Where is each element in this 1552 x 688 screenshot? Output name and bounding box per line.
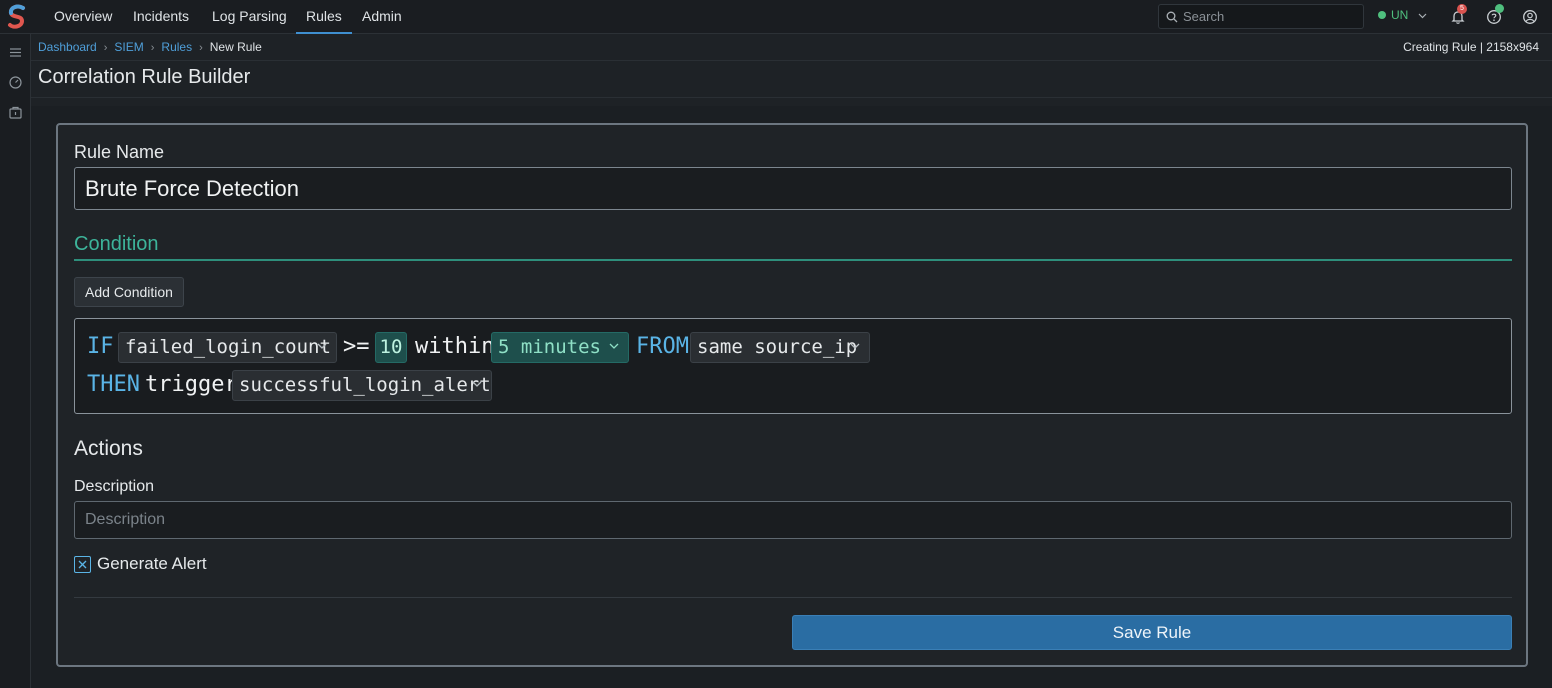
action-select[interactable]: successful_login_alert [232,370,492,401]
source-select-value: same source_ip [697,336,858,358]
breadcrumb-current: New Rule [209,40,262,54]
status-label: UN [1391,8,1409,22]
actions-title: Actions [74,437,143,460]
then-keyword: THEN [87,372,140,397]
if-keyword: IF [87,334,114,359]
add-condition-button[interactable]: Add Condition [74,277,184,307]
chevron-down-icon [609,343,619,349]
within-keyword: within [415,334,495,359]
status-dot [1378,11,1386,19]
breadcrumb-separator: › [103,42,108,54]
header-divider [31,60,1552,61]
notifications-button[interactable]: 5 [1448,4,1468,27]
generate-alert-checkbox[interactable] [74,556,91,573]
status-selector[interactable]: UN [1378,8,1427,26]
window-select-value: 5 minutes [498,336,601,358]
chevron-down-icon [1418,13,1427,19]
nav-rules[interactable]: Rules [296,0,352,34]
app-logo[interactable] [6,4,28,30]
from-keyword: FROM [636,334,689,359]
description-label: Description [74,478,155,495]
operator-text[interactable]: >= [343,332,370,362]
generate-alert-label[interactable]: Generate Alert [97,554,207,574]
field-select-value: failed_login_count [125,336,331,358]
footer-divider [74,597,1512,598]
window-select[interactable]: 5 minutes [491,332,629,363]
description-input[interactable] [74,501,1512,539]
user-icon [1523,10,1537,24]
notification-badge: 5 [1457,4,1467,14]
condition-title: Condition [74,233,159,255]
header-info: Creating Rule | 2158x964 [1403,40,1539,54]
list-icon[interactable] [8,45,23,60]
nav-incidents[interactable]: Incidents [133,0,189,34]
nav-log-parsing[interactable]: Log Parsing [212,0,287,34]
chevron-down-icon [472,381,482,387]
field-select[interactable]: failed_login_count [118,332,337,363]
condition-editor: IF failed_login_count >= 10 within 5 min… [74,318,1512,414]
breadcrumb-siem[interactable]: SIEM [114,40,143,54]
search-icon [1166,11,1178,23]
top-nav: Overview Incidents Log Parsing Rules Adm… [0,0,1552,34]
nav-admin[interactable]: Admin [362,0,402,34]
rule-name-input[interactable] [74,167,1512,210]
condition-divider [74,259,1512,261]
search-input[interactable] [1183,7,1353,26]
breadcrumb-rules[interactable]: Rules [161,40,192,54]
chevron-down-icon [317,343,327,349]
dashboard-icon[interactable] [8,75,23,90]
rule-builder-card: Rule Name Condition Add Condition IF fai… [56,123,1528,667]
left-rail [0,34,31,688]
user-menu-button[interactable] [1520,7,1540,27]
action-select-value: successful_login_alert [239,374,491,396]
source-select[interactable]: same source_ip [690,332,870,363]
check-icon [78,560,87,569]
rule-name-label: Rule Name [74,142,165,162]
title-divider [31,97,1552,98]
breadcrumb-separator: › [199,42,203,54]
breadcrumb: Dashboard › SIEM › Rules › New Rule [38,40,262,54]
save-rule-button[interactable]: Save Rule [792,615,1512,650]
page-title: Correlation Rule Builder [38,66,251,88]
breadcrumb-separator: › [150,42,155,54]
breadcrumb-dashboard[interactable]: Dashboard [38,40,97,54]
search-box[interactable] [1158,4,1364,29]
threshold-input[interactable]: 10 [375,332,407,363]
help-button[interactable] [1484,4,1504,27]
help-status-dot [1495,4,1504,13]
trigger-keyword: trigger [145,372,238,397]
nav-overview[interactable]: Overview [54,0,112,34]
case-icon[interactable] [8,105,23,120]
chevron-down-icon [850,343,860,349]
